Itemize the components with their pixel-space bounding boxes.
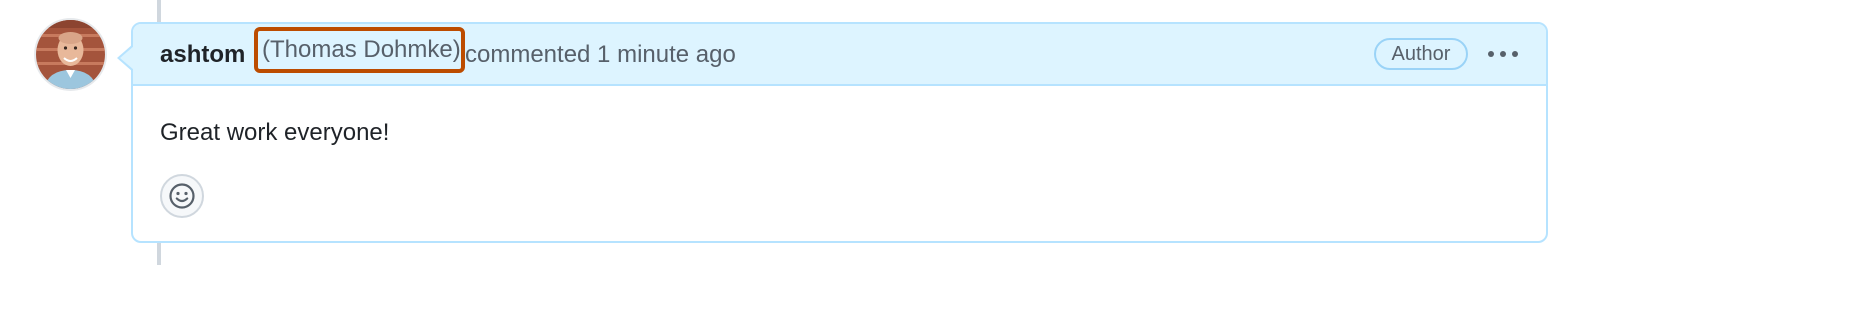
author-avatar[interactable] <box>36 20 105 89</box>
comment-card: ashtom (Thomas Dohmke) commented 1 minut… <box>117 22 1548 243</box>
comment-caret-fill <box>120 46 134 70</box>
comment-timestamp[interactable]: commented 1 minute ago <box>465 41 736 69</box>
avatar-photo-icon <box>36 20 105 89</box>
add-reaction-button[interactable] <box>160 174 204 218</box>
smiley-icon <box>169 183 195 209</box>
kebab-horizontal-icon <box>1488 51 1518 57</box>
author-full-name-highlight: (Thomas Dohmke) <box>254 27 465 73</box>
author-badge: Author <box>1374 38 1468 70</box>
comment-options-button[interactable] <box>1483 38 1523 70</box>
comment-header: ashtom (Thomas Dohmke) commented 1 minut… <box>133 24 1546 86</box>
author-login-link[interactable]: ashtom <box>160 41 245 69</box>
comment-body: Great work everyone! <box>160 119 390 146</box>
author-full-name: (Thomas Dohmke) <box>262 36 461 63</box>
